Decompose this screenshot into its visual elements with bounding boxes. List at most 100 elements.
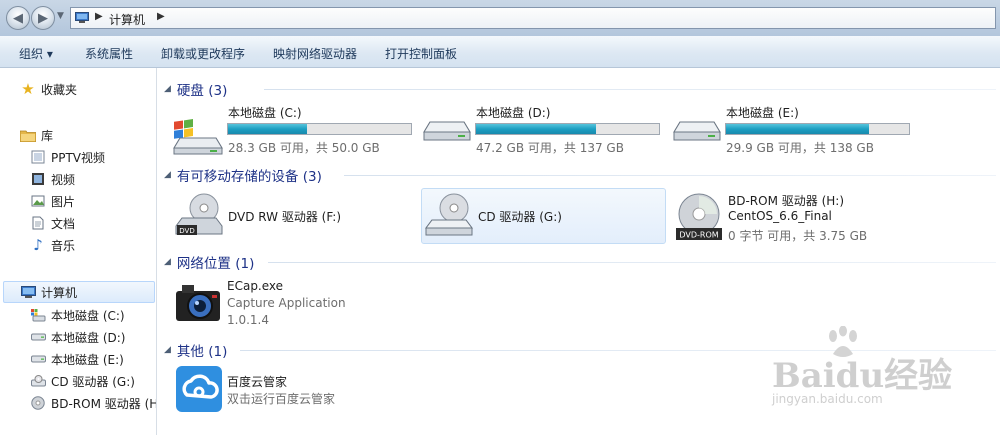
collapse-triangle-icon[interactable]: ◢ xyxy=(164,84,171,94)
system-drive-icon xyxy=(173,119,223,155)
nav-drive-h[interactable]: BD-ROM 驱动器 (H xyxy=(30,393,156,413)
nav-label: 库 xyxy=(41,128,54,143)
nav-library-documents[interactable]: 文档 xyxy=(30,213,75,233)
film-icon xyxy=(30,172,46,186)
svg-text:DVD-ROM: DVD-ROM xyxy=(679,231,718,240)
nav-drive-d[interactable]: 本地磁盘 (D:) xyxy=(30,327,125,347)
organize-button[interactable]: 组织 ▾ xyxy=(19,45,53,62)
picture-icon xyxy=(30,194,46,208)
collapse-triangle-icon[interactable]: ◢ xyxy=(164,257,171,267)
drive-name: 本地磁盘 (D:) xyxy=(476,106,551,120)
drive-free-space: 28.3 GB 可用，共 50.0 GB xyxy=(228,141,380,155)
nav-label: PPTV视频 xyxy=(51,150,106,165)
recent-pages-dropdown[interactable]: ▼ xyxy=(57,11,64,21)
drive-tile-e[interactable]: 本地磁盘 (E:) 29.9 GB 可用，共 138 GB xyxy=(672,104,922,158)
drive-name: CD 驱动器 (G:) xyxy=(478,210,562,224)
item-name: ECap.exe xyxy=(227,279,284,293)
collapse-triangle-icon[interactable]: ◢ xyxy=(164,345,171,355)
breadcrumb-computer[interactable]: 计算机 xyxy=(109,11,145,28)
breadcrumb-separator[interactable]: ▶ xyxy=(157,11,165,22)
nav-label: 音乐 xyxy=(51,238,76,253)
group-divider xyxy=(344,175,996,176)
nav-library-pptv[interactable]: PPTV视频 xyxy=(30,147,105,167)
hard-drive-icon xyxy=(673,121,721,141)
forward-button[interactable]: ▶ xyxy=(31,6,55,30)
document-icon xyxy=(30,216,46,230)
baidu-cloud-icon xyxy=(176,366,222,412)
nav-library-pictures[interactable]: 图片 xyxy=(30,191,75,211)
group-divider xyxy=(264,89,996,90)
nav-label: 视频 xyxy=(51,172,76,187)
nav-drive-c[interactable]: 本地磁盘 (C:) xyxy=(30,305,125,325)
system-properties-button[interactable]: 系统属性 xyxy=(85,45,133,62)
nav-library-videos[interactable]: 视频 xyxy=(30,169,75,189)
star-icon: ★ xyxy=(21,80,35,98)
dvd-disc-icon: DVD-ROM xyxy=(676,193,722,240)
usage-fill xyxy=(228,124,308,134)
usage-fill xyxy=(476,124,596,134)
uninstall-program-button[interactable]: 卸载或更改程序 xyxy=(161,45,245,62)
dvd-drive-icon: DVD xyxy=(175,193,223,235)
group-header-removable[interactable]: ◢ 有可移动存储的设备 (3) xyxy=(164,165,322,185)
group-header-network[interactable]: ◢ 网络位置 (1) xyxy=(164,252,254,272)
hard-drive-icon xyxy=(423,121,471,141)
usage-fill xyxy=(726,124,870,134)
watermark-url: jingyan.baidu.com xyxy=(772,392,883,406)
open-control-panel-button[interactable]: 打开控制面板 xyxy=(385,45,457,62)
drive-tile-h[interactable]: DVD-ROM BD-ROM 驱动器 (H:) CentOS_6.6_Final… xyxy=(674,190,974,246)
address-bar-region: ◀ ▶ ▼ ▶ 计算机 ▶ xyxy=(0,0,1000,36)
group-title: 其他 (1) xyxy=(176,344,228,360)
back-button[interactable]: ◀ xyxy=(6,6,30,30)
nav-label: 本地磁盘 (C:) xyxy=(51,308,125,323)
volume-label: CentOS_6.6_Final xyxy=(728,209,832,223)
nav-drive-e[interactable]: 本地磁盘 (E:) xyxy=(30,349,124,369)
nav-label: 本地磁盘 (D:) xyxy=(51,330,126,345)
item-name: 百度云管家 xyxy=(227,375,288,389)
drive-tile-d[interactable]: 本地磁盘 (D:) 47.2 GB 可用，共 137 GB xyxy=(422,104,672,158)
nav-favorites[interactable]: ★ 收藏夹 xyxy=(20,79,77,99)
watermark-text: Baidu经验 xyxy=(772,356,953,396)
nav-drive-g[interactable]: CD 驱动器 (G:) xyxy=(30,371,135,391)
other-item-baidu-cloud[interactable]: 百度云管家 双击运行百度云管家 xyxy=(172,365,422,417)
group-divider xyxy=(268,262,996,263)
drive-name: BD-ROM 驱动器 (H:) xyxy=(728,194,844,208)
breadcrumb-separator[interactable]: ▶ xyxy=(95,11,103,22)
svg-text:DVD: DVD xyxy=(179,227,194,235)
hard-drive-icon xyxy=(30,330,46,344)
group-header-other[interactable]: ◢ 其他 (1) xyxy=(164,340,227,360)
group-header-hard-disks[interactable]: ◢ 硬盘 (3) xyxy=(164,79,227,99)
nav-label: 图片 xyxy=(51,194,76,209)
item-description: 双击运行百度云管家 xyxy=(227,392,336,406)
nav-label: 文档 xyxy=(51,216,76,231)
cd-drive-icon xyxy=(425,193,473,236)
back-arrow-icon: ◀ xyxy=(13,10,23,26)
drive-name: 本地磁盘 (E:) xyxy=(726,106,799,120)
map-network-drive-button[interactable]: 映射网络驱动器 xyxy=(273,45,357,62)
system-drive-icon xyxy=(30,308,46,322)
drive-free-space: 0 字节 可用，共 3.75 GB xyxy=(728,229,868,243)
drive-tile-c[interactable]: 本地磁盘 (C:) 28.3 GB 可用，共 50.0 GB xyxy=(172,104,422,158)
nav-label: CD 驱动器 (G:) xyxy=(51,374,135,389)
music-note-icon: ♪ xyxy=(33,236,43,254)
group-title: 有可移动存储的设备 (3) xyxy=(176,169,322,185)
nav-label: 计算机 xyxy=(41,285,78,300)
collapse-triangle-icon[interactable]: ◢ xyxy=(164,170,171,180)
drive-tile-f[interactable]: DVD DVD RW 驱动器 (F:) xyxy=(172,190,412,242)
drive-usage-bar xyxy=(227,123,412,135)
cd-drive-icon xyxy=(30,374,46,388)
nav-label: 本地磁盘 (E:) xyxy=(51,352,124,367)
drive-name: DVD RW 驱动器 (F:) xyxy=(228,210,342,224)
navigation-pane: ★ 收藏夹 库 PPTV视频 视频 图片 文档 ♪ 音乐 计算机 本地磁盘 (C… xyxy=(0,68,157,435)
network-item-ecap[interactable]: ECap.exe Capture Application 1.0.1.4 xyxy=(172,277,422,329)
library-folder-icon xyxy=(20,128,36,142)
address-field[interactable]: ▶ 计算机 ▶ xyxy=(70,7,996,29)
nav-computer[interactable]: 计算机 xyxy=(20,282,77,302)
drive-free-space: 47.2 GB 可用，共 137 GB xyxy=(476,141,624,155)
drive-usage-bar xyxy=(725,123,910,135)
nav-library-music[interactable]: ♪ 音乐 xyxy=(30,235,75,255)
nav-library[interactable]: 库 xyxy=(20,125,53,145)
video-library-icon xyxy=(30,150,46,164)
drive-tile-g[interactable]: CD 驱动器 (G:) xyxy=(422,190,662,242)
baidu-jingyan-watermark: Baidu经验 jingyan.baidu.com xyxy=(772,326,997,434)
command-bar: 组织 ▾ 系统属性 卸载或更改程序 映射网络驱动器 打开控制面板 xyxy=(0,36,1000,68)
